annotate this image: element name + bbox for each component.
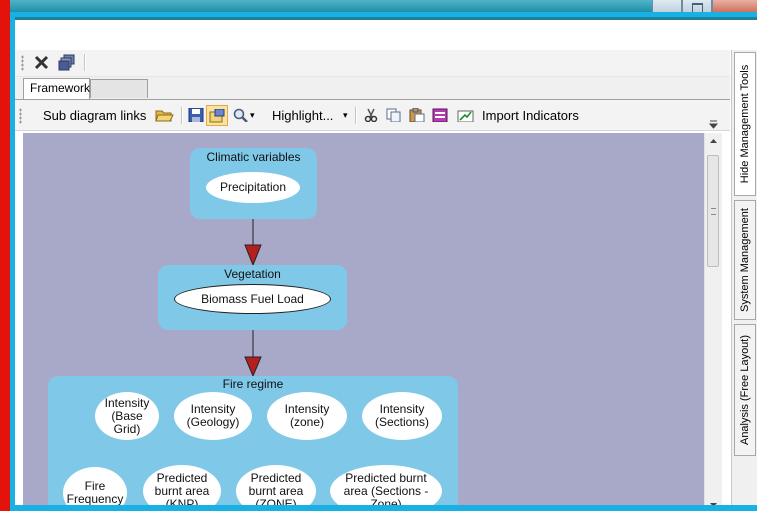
window-title-bar bbox=[0, 0, 757, 20]
cut-icon[interactable] bbox=[363, 108, 379, 122]
focus-border-bottom bbox=[10, 505, 757, 511]
group-fire-regime[interactable]: Fire regime Intensity (Base Grid) Intens… bbox=[48, 376, 458, 511]
toolbar-separator bbox=[181, 107, 183, 124]
node-intensity-sections[interactable]: Intensity (Sections) bbox=[362, 392, 442, 440]
node-intensity-base-grid[interactable]: Intensity (Base Grid) bbox=[95, 392, 159, 440]
arrow-climatic-to-vegetation bbox=[244, 219, 262, 267]
side-tab-panel: Hide Management Tools System Management … bbox=[731, 50, 757, 505]
scrollbar-thumb[interactable] bbox=[707, 155, 719, 267]
node-biomass-fuel-load[interactable]: Biomass Fuel Load bbox=[174, 284, 331, 314]
diagram-canvas[interactable]: Climatic variables Precipitation Vegetat… bbox=[23, 133, 704, 511]
import-indicators-button[interactable]: Import Indicators bbox=[482, 108, 579, 123]
paste-icon[interactable] bbox=[409, 108, 425, 122]
focus-border-top bbox=[10, 12, 757, 17]
vertical-scrollbar[interactable] bbox=[704, 133, 722, 511]
tab-framework[interactable]: Framework bbox=[23, 78, 90, 99]
copy-icon[interactable] bbox=[386, 108, 402, 122]
layout-icon bbox=[209, 109, 225, 123]
node-intensity-geology[interactable]: Intensity (Geology) bbox=[174, 392, 252, 440]
group-title: Climatic variables bbox=[206, 150, 301, 164]
group-vegetation[interactable]: Vegetation Biomass Fuel Load bbox=[158, 265, 347, 330]
layout-tool-active[interactable] bbox=[206, 105, 228, 126]
highlight-dropdown[interactable]: Highlight... bbox=[272, 108, 333, 123]
side-tab-hide-management-tools[interactable]: Hide Management Tools bbox=[734, 52, 756, 196]
tab-strip: Framework bbox=[15, 77, 730, 100]
arrow-vegetation-to-fire-regime bbox=[244, 330, 262, 378]
save-icon[interactable] bbox=[188, 108, 204, 122]
close-x-icon[interactable] bbox=[34, 55, 49, 70]
side-tab-label: Analysis (Free Layout) bbox=[739, 334, 751, 446]
node-intensity-zone[interactable]: Intensity (zone) bbox=[267, 392, 347, 440]
toolbar-separator bbox=[355, 107, 357, 124]
tab-unnamed[interactable] bbox=[90, 79, 148, 98]
zoom-icon[interactable] bbox=[233, 108, 249, 122]
toolbar-grip[interactable] bbox=[21, 55, 24, 71]
group-title: Vegetation bbox=[224, 267, 281, 281]
node-precipitation[interactable]: Precipitation bbox=[206, 172, 300, 203]
zoom-dropdown-arrow[interactable]: ▾ bbox=[250, 110, 255, 121]
group-climatic-variables[interactable]: Climatic variables Precipitation bbox=[190, 148, 317, 219]
window-cascade-icon[interactable] bbox=[58, 54, 76, 71]
indicator-table-icon[interactable] bbox=[432, 108, 448, 122]
open-folder-icon[interactable] bbox=[155, 108, 174, 122]
side-tab-system-management[interactable]: System Management bbox=[734, 200, 756, 320]
toolbar-separator bbox=[84, 54, 86, 71]
left-red-border bbox=[0, 0, 10, 511]
side-tab-analysis-free-layout[interactable]: Analysis (Free Layout) bbox=[734, 324, 756, 456]
toolbar-grip[interactable] bbox=[19, 108, 22, 124]
group-title: Fire regime bbox=[222, 377, 284, 391]
diagram-toolbar: Sub diagram links ▾ Highlight... ▾ Impor… bbox=[15, 100, 730, 131]
toolbar-overflow-icon[interactable] bbox=[708, 120, 719, 129]
side-tab-label: Hide Management Tools bbox=[739, 64, 751, 184]
side-tab-label: System Management bbox=[739, 208, 751, 312]
highlight-dropdown-arrow[interactable]: ▾ bbox=[343, 110, 348, 121]
import-indicators-icon[interactable] bbox=[457, 108, 475, 122]
sub-diagram-links-button[interactable]: Sub diagram links bbox=[43, 108, 146, 123]
scroll-up-icon[interactable] bbox=[709, 138, 718, 144]
top-toolbar bbox=[15, 50, 730, 77]
